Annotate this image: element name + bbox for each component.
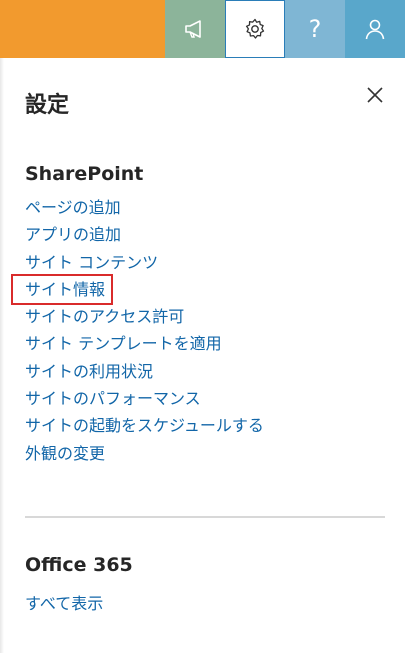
help-button[interactable]: ? <box>285 0 345 58</box>
user-icon <box>365 19 385 40</box>
apply-site-template-link[interactable]: サイト テンプレートを適用 <box>25 330 264 357</box>
add-page-link[interactable]: ページの追加 <box>25 194 264 221</box>
feedback-button[interactable] <box>165 0 225 58</box>
office-section-title: Office 365 <box>25 554 133 576</box>
section-divider <box>25 516 385 518</box>
close-button[interactable] <box>364 84 386 106</box>
schedule-site-launch-link[interactable]: サイトの起動をスケジュールする <box>25 412 264 439</box>
megaphone-icon <box>185 20 201 38</box>
site-information-link[interactable]: サイト情報 <box>10 273 114 306</box>
add-app-link[interactable]: アプリの追加 <box>25 221 264 248</box>
help-icon: ? <box>308 15 322 43</box>
panel-title: 設定 <box>25 93 70 118</box>
account-button[interactable] <box>345 0 405 58</box>
site-contents-link[interactable]: サイト コンテンツ <box>25 249 264 276</box>
show-all-link[interactable]: すべて表示 <box>25 590 103 614</box>
close-icon <box>367 87 383 103</box>
site-permissions-link[interactable]: サイトのアクセス許可 <box>25 303 264 330</box>
site-performance-link[interactable]: サイトのパフォーマンス <box>25 385 264 412</box>
panel-edge <box>0 58 4 653</box>
sharepoint-section-title: SharePoint <box>25 163 144 185</box>
change-the-look-link[interactable]: 外観の変更 <box>25 440 264 467</box>
gear-icon <box>245 18 265 39</box>
suite-header: ? <box>0 0 405 58</box>
sharepoint-link-list: ページの追加 アプリの追加 サイト コンテンツ サイト情報 サイトのアクセス許可… <box>10 194 264 467</box>
settings-button[interactable] <box>225 0 285 58</box>
site-usage-link[interactable]: サイトの利用状況 <box>25 358 264 385</box>
